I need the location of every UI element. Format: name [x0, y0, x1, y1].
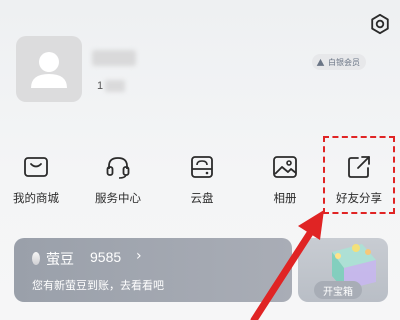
cloud-drive-icon: [187, 152, 217, 182]
user-id: 1: [97, 80, 104, 92]
cloud-drive-button[interactable]: 云盘: [170, 152, 234, 212]
my-mall-button[interactable]: 我的商城: [4, 152, 68, 212]
feature-label: 服务中心: [95, 191, 141, 205]
chevron-right-icon: ›: [136, 248, 142, 264]
settings-button[interactable]: [368, 12, 392, 36]
feature-label: 我的商城: [13, 191, 59, 205]
service-center-button[interactable]: 服务中心: [86, 152, 150, 212]
member-badge[interactable]: 白银会员: [312, 54, 366, 70]
membership-icon: [316, 58, 325, 66]
beans-count: 9585: [90, 249, 122, 265]
photo-album-icon: [270, 152, 300, 182]
mall-icon: [21, 152, 51, 182]
avatar[interactable]: [16, 36, 82, 102]
bean-icon: [32, 252, 40, 265]
member-badge-label: 白银会员: [328, 57, 360, 67]
gear-icon: [371, 13, 389, 35]
headset-icon: [103, 152, 133, 182]
username-redacted: [92, 50, 136, 66]
user-id-redacted: [105, 80, 125, 92]
annotation-arrow: [250, 210, 324, 320]
user-icon: [31, 52, 67, 88]
beans-subtitle: 您有新萤豆到账，去看看吧: [32, 279, 164, 292]
beans-label: 萤豆: [46, 252, 74, 268]
feature-label: 云盘: [190, 191, 214, 205]
